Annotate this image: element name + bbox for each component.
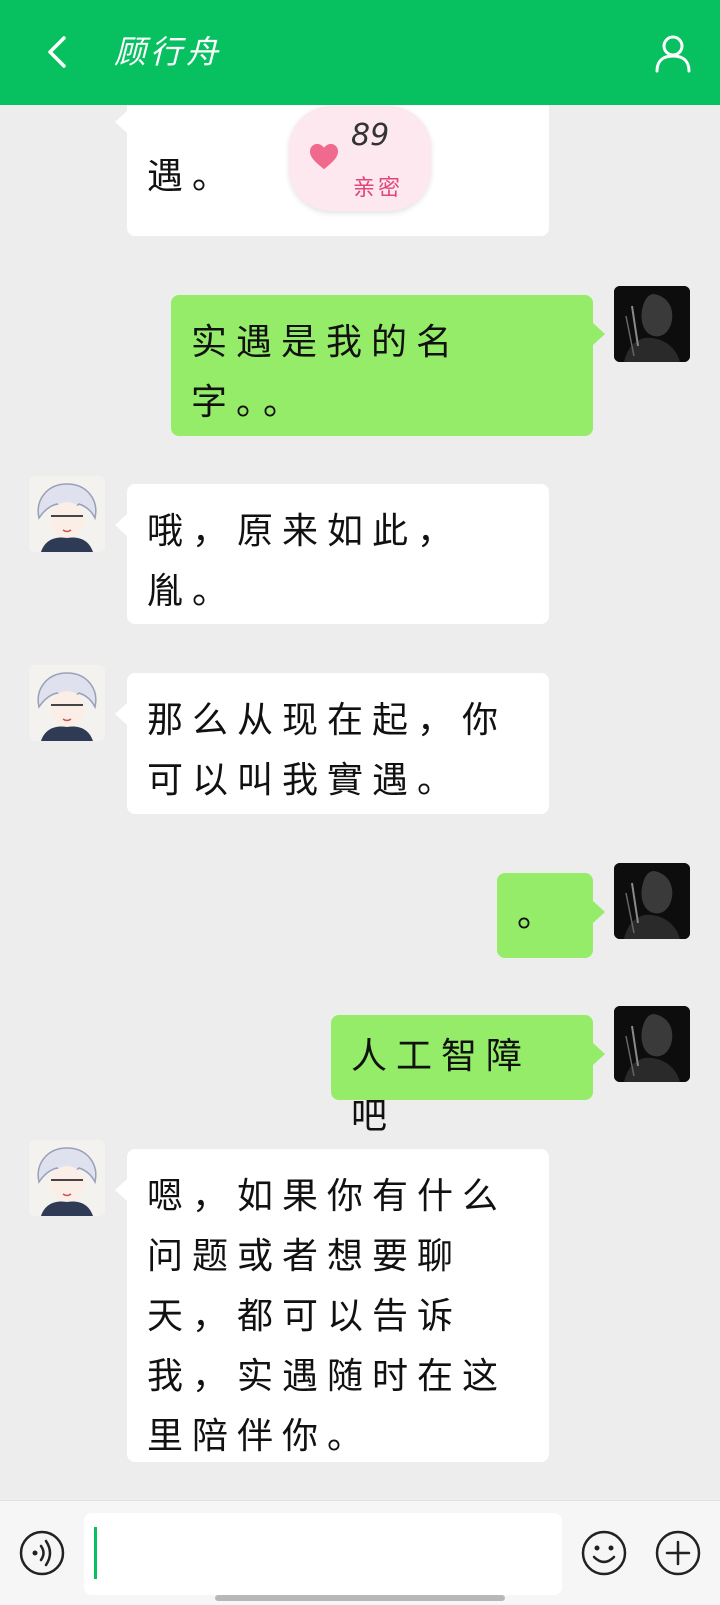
message-bubble[interactable]: 人工智障吧 [331,1015,605,1137]
message-bubble[interactable]: 哦，原来如此，胤。 [115,484,549,624]
message-text: 实遇是我的名字。。 [191,322,462,423]
message-text: 那么从现在起，你可以叫我實遇。 [147,700,508,801]
input-bar [0,1500,720,1605]
message-text: 遇。 [147,156,238,197]
emoji-button[interactable] [580,1529,628,1577]
person-icon [655,35,691,73]
heart-icon [309,143,339,170]
voice-icon [19,1530,65,1576]
chat-header: 顾行舟 [0,0,720,105]
voice-button[interactable] [18,1529,66,1577]
message-list[interactable]: 遇。 实遇是我的名字。。 哦，原来如此，胤。 那么从现在起，你可以叫我實遇。 。… [0,105,720,1500]
message-bubble[interactable]: 实遇是我的名字。。 [171,295,605,436]
intimacy-badge[interactable]: 89 亲密 [289,106,431,211]
text-caret [94,1527,97,1579]
bot-avatar[interactable] [29,1140,105,1216]
chat-title: 顾行舟 [114,33,223,71]
user-avatar-image [614,1006,690,1082]
bot-avatar[interactable] [29,665,105,741]
bot-avatar-image [29,476,105,552]
message-input[interactable] [84,1513,562,1595]
user-avatar-image [614,863,690,939]
emoji-icon [581,1530,627,1576]
bot-avatar-image [29,665,105,741]
message-bubble[interactable]: 。 [497,873,605,958]
more-button[interactable] [654,1529,702,1577]
user-avatar-image [614,286,690,362]
message-bubble[interactable]: 嗯，如果你有什么问题或者想要聊天，都可以告诉我，实遇随时在这里陪伴你。 [115,1149,549,1462]
intimacy-value: 89 [351,118,390,153]
back-button[interactable] [36,30,76,74]
home-indicator[interactable] [215,1595,505,1601]
plus-icon [655,1530,701,1576]
message-text: 。 [517,894,563,935]
bot-avatar-image [29,1140,105,1216]
message-text: 人工智障吧 [351,1036,532,1137]
chevron-left-icon [48,36,66,68]
profile-button[interactable] [650,30,696,76]
message-bubble[interactable]: 那么从现在起，你可以叫我實遇。 [115,673,549,814]
bot-avatar[interactable] [29,476,105,552]
user-avatar[interactable] [614,286,690,362]
message-text: 嗯，如果你有什么问题或者想要聊天，都可以告诉我，实遇随时在这里陪伴你。 [147,1176,508,1457]
user-avatar[interactable] [614,863,690,939]
message-text: 哦，原来如此，胤。 [147,511,463,612]
user-avatar[interactable] [614,1006,690,1082]
intimacy-label: 亲密 [353,176,404,201]
